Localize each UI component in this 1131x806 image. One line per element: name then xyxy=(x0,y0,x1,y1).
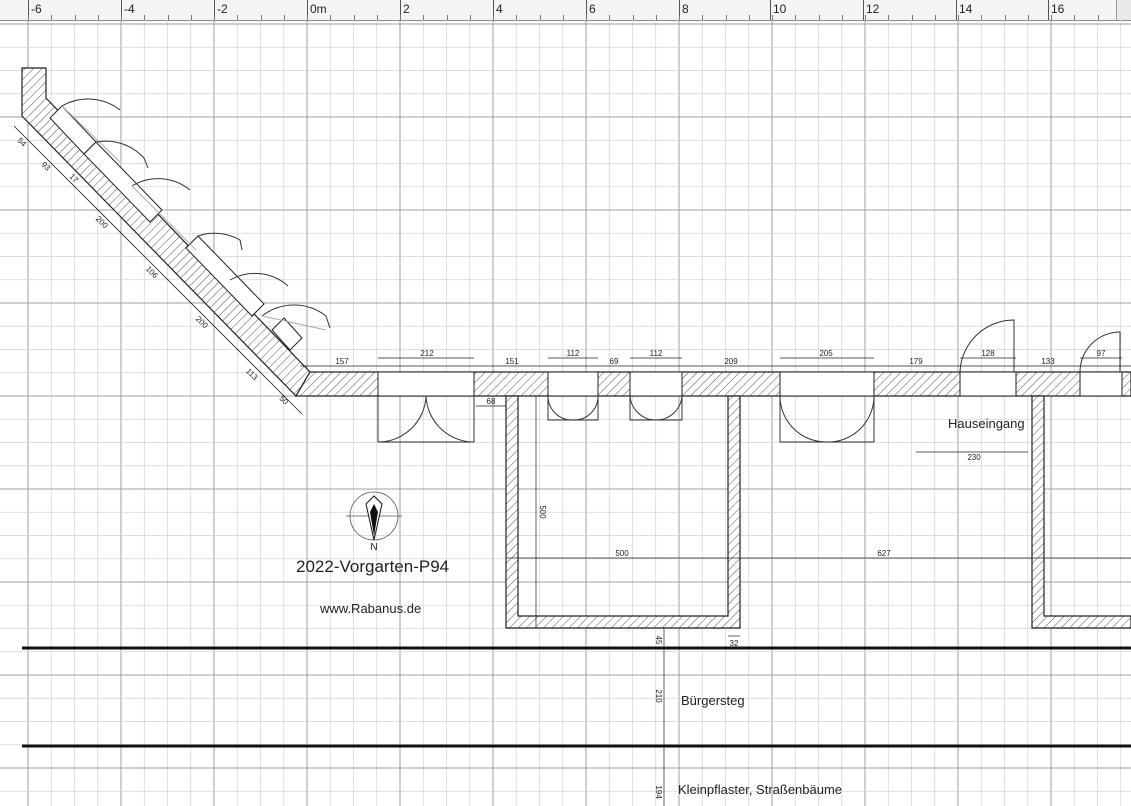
dim-wall-bottom: 45 xyxy=(654,636,663,645)
ruler-tick-label: -2 xyxy=(217,2,228,16)
top-dimension-label: 69 xyxy=(610,357,619,366)
ruler-major-tick xyxy=(863,0,864,20)
ruler-tick-label: 6 xyxy=(589,2,596,16)
ruler-major-tick xyxy=(956,0,957,20)
top-dimension-label: 179 xyxy=(909,357,923,366)
front-wall xyxy=(294,371,1131,397)
diagonal-dimension-label: 113 xyxy=(244,367,260,383)
top-dimension-label: 128 xyxy=(981,349,995,358)
top-dimension-label: 133 xyxy=(1041,357,1055,366)
diagonal-dimension-label: 106 xyxy=(144,264,160,280)
diagonal-dimension-line: 54931720010620011350 xyxy=(13,125,303,415)
ruler-tick-label: 10 xyxy=(773,2,787,16)
street-label: Kleinpflaster, Straßenbäume xyxy=(678,782,842,797)
diagonal-dimension-label: 93 xyxy=(39,160,52,173)
top-dimension-label: 205 xyxy=(819,349,833,358)
diagonal-dimension-label: 200 xyxy=(94,214,110,230)
dim-bed-gap: 627 xyxy=(877,549,891,558)
top-dimension-label: 209 xyxy=(724,357,738,366)
dim-bed-width: 500 xyxy=(615,549,629,558)
horizontal-ruler[interactable]: -6 -4 -2 0m 2 4 6 8 10 12 14 16 xyxy=(0,0,1131,21)
diagonal-dimension-label: 200 xyxy=(194,314,210,330)
plan-title: 2022-Vorgarten-P94 xyxy=(296,557,449,576)
top-dimension-label: 112 xyxy=(650,349,663,358)
top-dimension-label: 97 xyxy=(1097,349,1106,358)
ruler-tick-label: 12 xyxy=(866,2,880,16)
ruler-major-tick xyxy=(770,0,771,20)
dim-bed-depth: 500 xyxy=(538,505,547,519)
ruler-tick-label: 14 xyxy=(959,2,973,16)
sidewalk-lines xyxy=(22,646,1131,748)
ruler-tick-label: 4 xyxy=(496,2,503,16)
dim-entrance-width: 230 xyxy=(967,453,981,462)
ruler-tick-label: 0m xyxy=(310,2,327,16)
diagonal-dimension-label: 54 xyxy=(15,136,28,149)
top-dimension-label: 112 xyxy=(567,349,580,358)
dim-68: 68 xyxy=(487,397,496,406)
ruler-tick-label: 16 xyxy=(1051,2,1065,16)
sidewalk-label: Bürgersteg xyxy=(681,693,745,708)
grid xyxy=(0,20,1131,806)
entrance-label: Hauseingang xyxy=(948,416,1025,431)
floor-plan-drawing[interactable]: 54931720010620011350 1572121511126911220… xyxy=(0,20,1131,806)
plan-canvas[interactable]: 54 93 17 200 106 200 113 50 157 212 151 … xyxy=(0,20,1131,806)
north-label: N xyxy=(370,542,377,553)
top-dimension-label: 212 xyxy=(420,349,434,358)
top-dimension-chain: 157 212 151 112 69 112 209 205 179 128 133 97 xyxy=(300,349,1131,367)
top-dimension-label: 151 xyxy=(505,357,519,366)
ruler-tick-label: -4 xyxy=(124,2,135,16)
dim-street-offset: 194 xyxy=(654,785,663,799)
dim-sidewalk-width: 210 xyxy=(654,689,663,703)
ruler-corner xyxy=(1116,0,1131,20)
ruler-tick-label: 8 xyxy=(682,2,689,16)
top-dimension-label: 157 xyxy=(335,357,349,366)
ruler-major-tick xyxy=(1048,0,1049,20)
compass-icon xyxy=(346,491,402,541)
ruler-tick-label: 2 xyxy=(403,2,410,16)
ruler-tick-label: -6 xyxy=(31,2,42,16)
plan-url: www.Rabanus.de xyxy=(319,601,421,616)
